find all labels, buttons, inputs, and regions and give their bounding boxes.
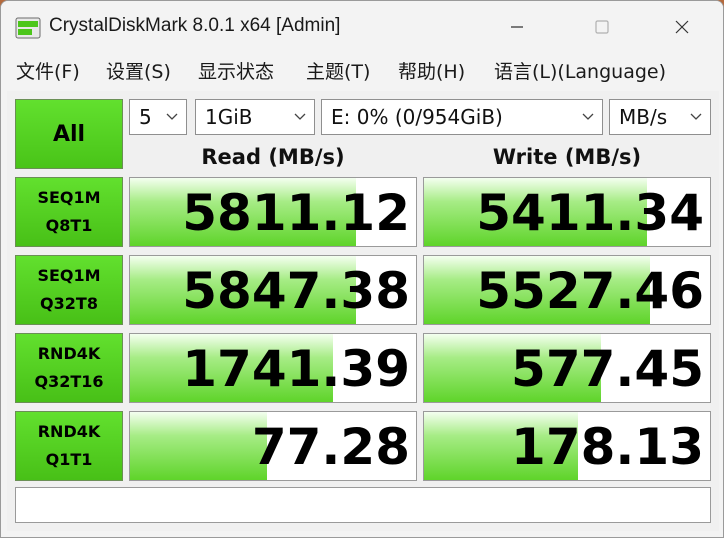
menu-settings[interactable]: 设置(S) [106, 57, 171, 84]
benchmark-panel: All 5 1GiB E: 0% (0/954GiB) MB/s Read (M… [7, 91, 719, 531]
app-window: CrystalDiskMark 8.0.1 x64 [Admin] 文件(F) … [0, 0, 724, 538]
read-value: 5847.38 [182, 262, 410, 320]
unit-select[interactable]: MB/s [609, 99, 711, 135]
count-select[interactable]: 5 [129, 99, 187, 135]
menu-language[interactable]: 语言(L)(Language) [494, 57, 666, 84]
unit-value: MB/s [619, 105, 668, 129]
read-bar [130, 412, 268, 480]
read-header: Read (MB/s) [201, 145, 345, 169]
test-label-line1: RND4K [37, 344, 101, 363]
title-bar[interactable]: CrystalDiskMark 8.0.1 x64 [Admin] [1, 1, 723, 53]
close-icon [675, 20, 689, 34]
drive-value: E: 0% (0/954GiB) [331, 105, 503, 129]
size-select[interactable]: 1GiB [195, 99, 315, 135]
test-button-seq1m-q32t8[interactable]: SEQ1M Q32T8 [15, 255, 123, 325]
app-icon [15, 17, 41, 39]
write-value: 5411.34 [476, 184, 704, 242]
all-button[interactable]: All [15, 99, 123, 169]
write-result-rnd4k-q32t16: 577.45 [423, 333, 711, 403]
menu-file[interactable]: 文件(F) [16, 57, 80, 84]
test-label-line1: SEQ1M [37, 266, 101, 285]
read-value: 1741.39 [182, 340, 410, 398]
test-button-rnd4k-q32t16[interactable]: RND4K Q32T16 [15, 333, 123, 403]
read-result-rnd4k-q32t16: 1741.39 [129, 333, 417, 403]
chevron-down-icon [166, 113, 178, 120]
menu-bar: 文件(F) 设置(S) 显示状态 主题(T) 帮助(H) 语言(L)(Langu… [1, 53, 723, 87]
size-value: 1GiB [205, 105, 253, 129]
write-value: 178.13 [511, 418, 704, 476]
window-title: CrystalDiskMark 8.0.1 x64 [Admin] [49, 15, 341, 36]
write-header: Write (MB/s) [492, 145, 642, 169]
read-result-rnd4k-q1t1: 77.28 [129, 411, 417, 481]
write-value: 577.45 [511, 340, 704, 398]
menu-display-status[interactable]: 显示状态 [198, 57, 274, 84]
maximize-button[interactable] [579, 9, 625, 45]
comment-field[interactable] [15, 487, 711, 523]
count-value: 5 [139, 105, 152, 129]
test-label-line2: Q8T1 [45, 216, 93, 235]
close-button[interactable] [659, 9, 705, 45]
minimize-icon [511, 26, 523, 28]
read-result-seq1m-q8t1: 5811.12 [129, 177, 417, 247]
chevron-down-icon [294, 113, 306, 120]
test-label-line1: RND4K [37, 422, 101, 441]
read-value: 5811.12 [182, 184, 410, 242]
write-result-seq1m-q32t8: 5527.46 [423, 255, 711, 325]
read-value: 77.28 [251, 418, 410, 476]
test-label-line1: SEQ1M [37, 188, 101, 207]
chevron-down-icon [582, 113, 594, 120]
test-button-rnd4k-q1t1[interactable]: RND4K Q1T1 [15, 411, 123, 481]
menu-help[interactable]: 帮助(H) [398, 57, 465, 84]
write-result-seq1m-q8t1: 5411.34 [423, 177, 711, 247]
write-result-rnd4k-q1t1: 178.13 [423, 411, 711, 481]
chevron-down-icon [690, 113, 702, 120]
test-label-line2: Q32T16 [34, 372, 104, 391]
test-button-seq1m-q8t1[interactable]: SEQ1M Q8T1 [15, 177, 123, 247]
test-label-line2: Q32T8 [40, 294, 98, 313]
maximize-icon [595, 20, 609, 34]
test-label-line2: Q1T1 [45, 450, 93, 469]
write-value: 5527.46 [476, 262, 704, 320]
menu-theme[interactable]: 主题(T) [306, 57, 370, 84]
drive-select[interactable]: E: 0% (0/954GiB) [321, 99, 603, 135]
minimize-button[interactable] [493, 9, 539, 45]
read-result-seq1m-q32t8: 5847.38 [129, 255, 417, 325]
